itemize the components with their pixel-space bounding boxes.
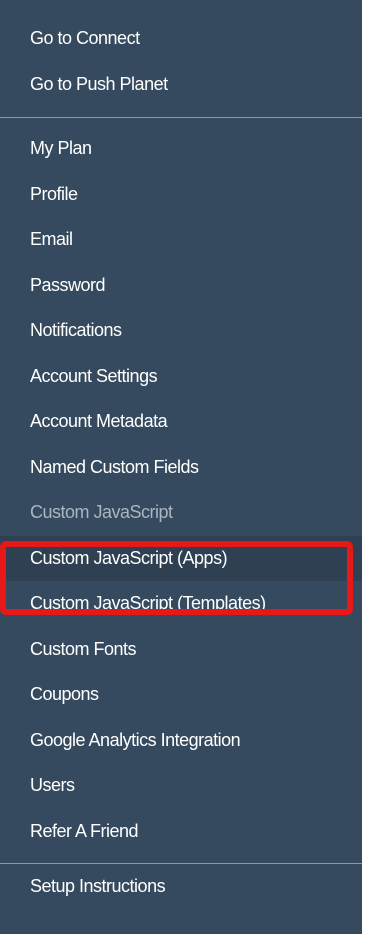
menu-item-my-plan[interactable]: My Plan [0, 126, 362, 172]
menu-item-email[interactable]: Email [0, 217, 362, 263]
menu-group-navigation: Go to Connect Go to Push Planet [0, 0, 362, 107]
menu-group-account: My Plan Profile Email Password Notificat… [0, 118, 362, 854]
menu-item-setup-instructions[interactable]: Setup Instructions [0, 864, 362, 910]
menu-item-notifications[interactable]: Notifications [0, 308, 362, 354]
menu-item-go-to-push-planet[interactable]: Go to Push Planet [0, 62, 362, 108]
menu-item-account-metadata[interactable]: Account Metadata [0, 399, 362, 445]
menu-item-custom-javascript-templates[interactable]: Custom JavaScript (Templates) [0, 581, 362, 627]
menu-item-google-analytics-integration[interactable]: Google Analytics Integration [0, 718, 362, 764]
menu-item-custom-fonts[interactable]: Custom Fonts [0, 627, 362, 673]
menu-item-users[interactable]: Users [0, 763, 362, 809]
menu-group-help: Setup Instructions [0, 864, 362, 910]
menu-item-custom-javascript-apps[interactable]: Custom JavaScript (Apps) [0, 535, 362, 581]
menu-item-profile[interactable]: Profile [0, 172, 362, 218]
menu-item-password[interactable]: Password [0, 263, 362, 309]
menu-item-custom-javascript[interactable]: Custom JavaScript [0, 490, 362, 536]
settings-menu: Go to Connect Go to Push Planet My Plan … [0, 0, 362, 934]
menu-item-coupons[interactable]: Coupons [0, 672, 362, 718]
menu-item-refer-a-friend[interactable]: Refer A Friend [0, 809, 362, 855]
menu-item-go-to-connect[interactable]: Go to Connect [0, 16, 362, 62]
menu-item-named-custom-fields[interactable]: Named Custom Fields [0, 445, 362, 491]
menu-item-account-settings[interactable]: Account Settings [0, 354, 362, 400]
